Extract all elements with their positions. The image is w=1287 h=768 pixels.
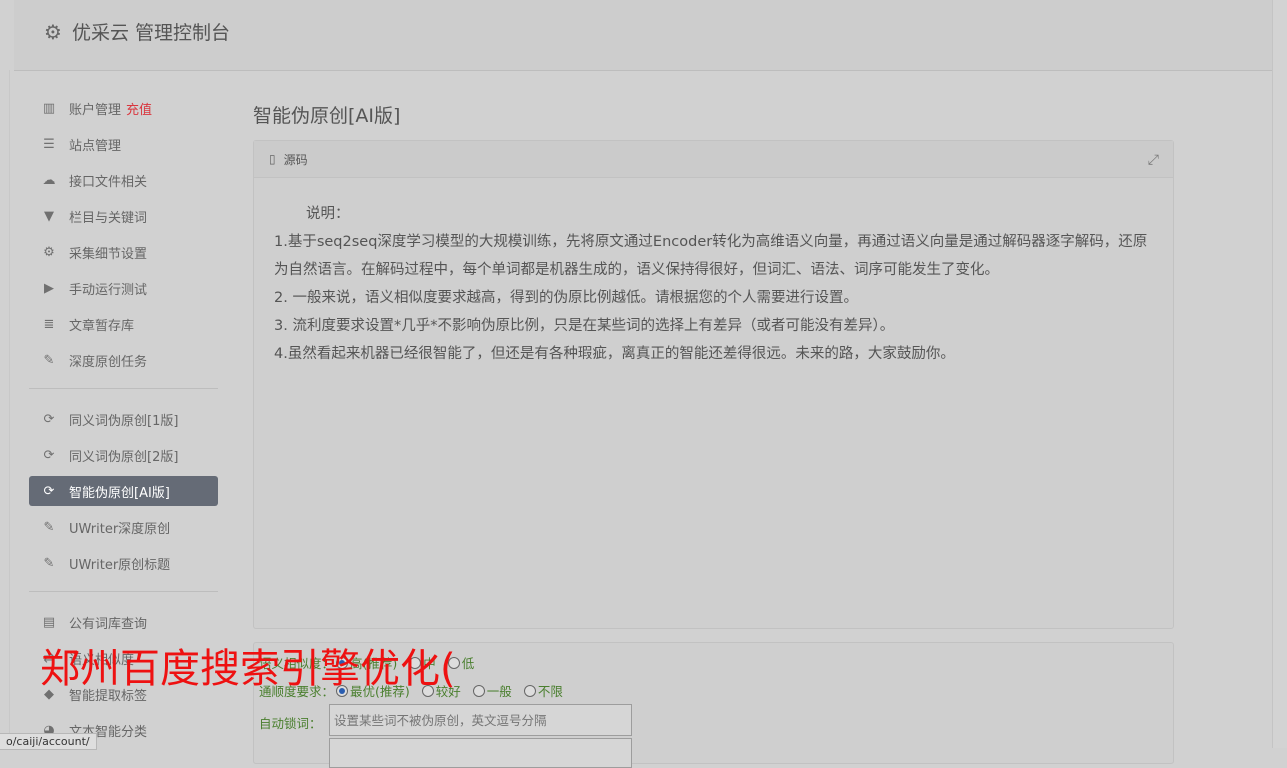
panel-title: 源码 (283, 152, 308, 167)
sidebar-item-label: 公有词库查询 (69, 616, 148, 632)
edit-icon: ✎ (43, 555, 55, 571)
sidebar-item-label: 手动运行测试 (69, 282, 148, 298)
sidebar-item-label: 采集细节设置 (69, 246, 148, 262)
sidebar-item-synonym-v1[interactable]: ⟳ 同义词伪原创[1版] (29, 401, 218, 437)
recharge-link[interactable]: 充值 (126, 99, 152, 118)
sidebar-item-label: 同义词伪原创[1版] (69, 413, 179, 429)
edit-icon: ✎ (43, 352, 55, 368)
status-url: o/caiji/account/ (0, 733, 97, 750)
secondary-input[interactable] (329, 738, 632, 768)
desc-heading: 说明： (306, 206, 350, 222)
brand[interactable]: ⚙ 优采云 管理控制台 (44, 18, 230, 45)
sidebar-item-label: 智能伪原创[AI版] (69, 485, 170, 501)
bar-chart-icon: ▥ (42, 100, 56, 116)
filter-icon: ▼ (44, 208, 54, 224)
app-title: 优采云 管理控制台 (71, 22, 230, 44)
watermark-overlay: 郑州百度搜索引擎优化( (40, 646, 456, 692)
fluency-any-radio[interactable]: 不限 (523, 681, 563, 700)
sidebar-item-label: 深度原创任务 (69, 354, 148, 370)
scrollbar[interactable] (1272, 0, 1287, 748)
sidebar-item-article-store[interactable]: ≣ 文章暂存库 (29, 306, 218, 342)
sidebar-item-account[interactable]: ▥ 账户管理 充值 (29, 90, 218, 126)
refresh-icon: ⟳ (43, 447, 55, 463)
play-circle-icon: ▶ (44, 280, 54, 296)
divider (29, 388, 218, 389)
sidebar-item-manual-run[interactable]: ▶ 手动运行测试 (29, 270, 218, 306)
expand-icon[interactable]: ⤢ (1148, 152, 1159, 168)
sidebar-item-collect-settings[interactable]: ⚙ 采集细节设置 (29, 234, 218, 270)
refresh-icon: ⟳ (43, 483, 55, 499)
sidebar-item-interface-files[interactable]: ☁ 接口文件相关 (29, 162, 218, 198)
edit-icon: ✎ (43, 519, 55, 535)
sidebar-item-label: 站点管理 (69, 138, 122, 154)
sidebar-item-label: 接口文件相关 (69, 174, 148, 190)
page-title: 智能伪原创[AI版] (253, 105, 401, 127)
sidebar-item-label: 文章暂存库 (69, 318, 135, 334)
database-icon: ≣ (43, 316, 55, 332)
cloud-upload-icon: ☁ (42, 172, 56, 188)
sidebar-item-label: 账户管理 (69, 102, 122, 118)
cogs-icon: ⚙ (43, 244, 55, 260)
fluency-normal-radio[interactable]: 一般 (472, 681, 512, 700)
autolock-label: 自动锁词： (259, 716, 322, 731)
sidebar-item-label: 栏目与关键词 (69, 210, 148, 226)
source-panel: ▯ 源码 ⤢ 说明： 1.基于seq2seq深度学习模型的大规模训练，先将原文通… (253, 140, 1174, 629)
desc-line: 2. 一般来说，语义相似度要求越高，得到的伪原比例越低。请根据您的个人需要进行设… (274, 290, 858, 306)
file-code-icon: ▯ (269, 152, 276, 166)
sidebar-item-sites[interactable]: ☰ 站点管理 (29, 126, 218, 162)
sidebar-item-uwriter-deep[interactable]: ✎ UWriter深度原创 (29, 509, 218, 545)
book-icon: ▤ (42, 614, 56, 630)
sidebar-item-deep-original[interactable]: ✎ 深度原创任务 (29, 342, 218, 378)
description: 说明： 1.基于seq2seq深度学习模型的大规模训练，先将原文通过Encode… (254, 178, 1173, 368)
autolock-row: 自动锁词： (259, 713, 324, 732)
refresh-icon: ⟳ (43, 411, 55, 427)
content-border (9, 70, 10, 748)
desc-line: 3. 流利度要求设置*几乎*不影响伪原比例，只是在某些词的选择上有差异（或者可能… (274, 318, 895, 334)
divider (29, 591, 218, 592)
sidebar-item-public-dict[interactable]: ▤ 公有词库查询 (29, 604, 218, 640)
sidebar-item-synonym-v2[interactable]: ⟳ 同义词伪原创[2版] (29, 437, 218, 473)
sidebar-item-label: UWriter深度原创 (69, 521, 171, 537)
desc-line: 4.虽然看起来机器已经很智能了，但还是有各种瑕疵，离真正的智能还差得很远。未来的… (274, 346, 955, 362)
desc-line: 1.基于seq2seq深度学习模型的大规模训练，先将原文通过Encoder转化为… (274, 234, 1148, 278)
sidebar-item-columns-keywords[interactable]: ▼ 栏目与关键词 (29, 198, 218, 234)
sidebar-item-uwriter-title[interactable]: ✎ UWriter原创标题 (29, 545, 218, 581)
sidebar-item-ai-rewrite[interactable]: ⟳ 智能伪原创[AI版] (29, 476, 218, 506)
panel-header: ▯ 源码 (254, 141, 1173, 178)
sidebar-item-label: 同义词伪原创[2版] (69, 449, 179, 465)
top-header: ⚙ 优采云 管理控制台 (14, 0, 1272, 71)
sidebar-item-label: UWriter原创标题 (69, 557, 171, 573)
gear-icon: ⚙ (44, 19, 62, 44)
autolock-input[interactable] (329, 704, 632, 736)
server-icon: ☰ (43, 136, 55, 152)
